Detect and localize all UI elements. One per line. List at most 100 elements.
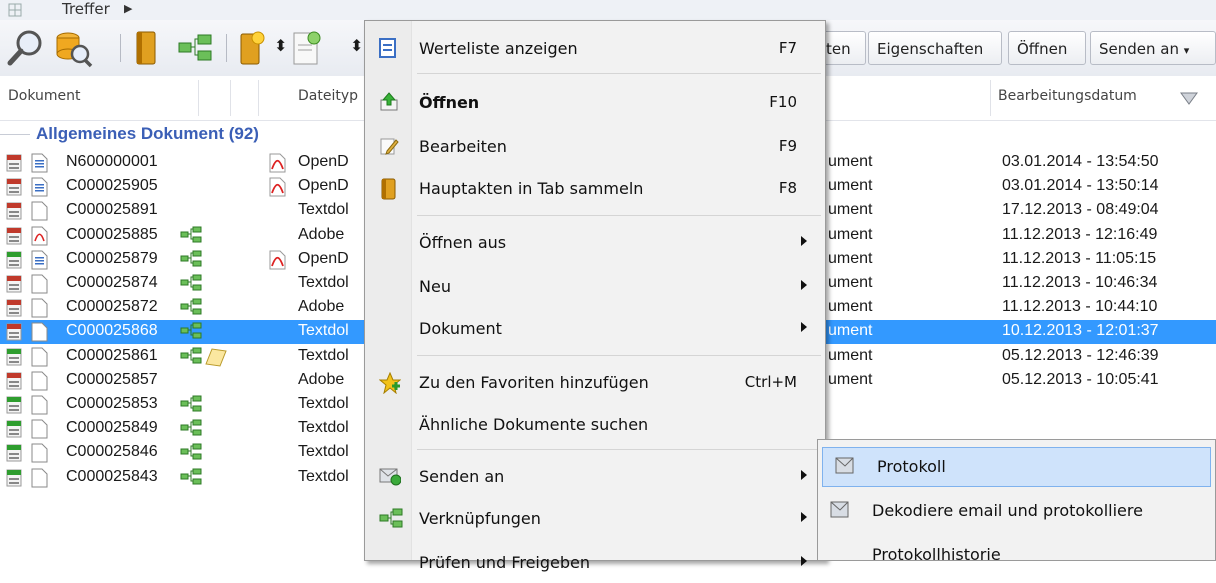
pdf-icon (269, 153, 286, 173)
open-icon (380, 92, 398, 111)
group-header[interactable]: Allgemeines Dokument (92) (36, 124, 259, 144)
status-flag-icon (6, 251, 22, 269)
column-divider (198, 80, 199, 116)
submenu-item-dekodiere[interactable]: Dekodiere email und protokolliere (818, 492, 1215, 532)
document-type: OpenD (298, 153, 349, 170)
submenu-arrow-icon (801, 470, 807, 480)
document-type: Textdol (298, 201, 349, 219)
submenu-arrow-icon (801, 322, 807, 332)
menu-item-pruefen[interactable]: Prüfen und Freigeben (365, 543, 825, 583)
document-id: C000025843 (66, 467, 158, 485)
favorite-star-icon (379, 372, 401, 394)
treffer-menu[interactable]: Treffer (62, 0, 110, 18)
decode-mail-icon (830, 501, 849, 518)
edit-date: 11.12.2013 - 10:44:10 (1002, 298, 1158, 316)
menu-item-hauptakten[interactable]: Hauptakten in Tab sammeln F8 (365, 169, 825, 209)
menu-item-aehnliche[interactable]: Ähnliche Dokumente suchen (365, 405, 825, 445)
menu-item-label: Bearbeiten (419, 137, 507, 156)
menu-item-label: Senden an (419, 467, 505, 486)
edit-date: 05.12.2013 - 12:46:39 (1002, 346, 1159, 364)
status-flag-icon (6, 299, 22, 317)
edit-date: 03.01.2014 - 13:50:14 (1002, 177, 1159, 195)
link-icon (180, 274, 202, 291)
edit-date: 11.12.2013 - 10:46:34 (1002, 274, 1158, 291)
text-document-icon (31, 153, 48, 173)
link-icon[interactable] (178, 34, 212, 62)
submenu-arrow-icon (801, 236, 807, 246)
log-mail-icon (835, 457, 854, 474)
menu-item-werteliste[interactable]: Werteliste anzeigen F7 (365, 29, 825, 69)
edit-date: 10.12.2013 - 12:01:37 (1002, 322, 1159, 340)
menu-item-verknuepfungen[interactable]: Verknüpfungen (365, 499, 825, 539)
toolbar-button-partial[interactable]: ten (820, 31, 866, 65)
status-flag-icon (6, 227, 22, 245)
column-header-dokument[interactable]: Dokument (8, 88, 81, 104)
send-icon (379, 468, 401, 486)
document-kind: ument (828, 249, 873, 267)
document-type: OpenD (298, 249, 349, 267)
open-button[interactable]: Öffnen (1008, 31, 1086, 65)
menu-item-senden-an[interactable]: Senden an (365, 457, 825, 497)
column-divider (990, 80, 991, 116)
blank-document-icon (31, 322, 48, 342)
link-icon (379, 508, 403, 528)
document-id: C000025905 (66, 177, 158, 195)
pdf-document-icon (31, 226, 48, 246)
group-line (0, 134, 30, 135)
document-id: C000025885 (66, 225, 158, 243)
menu-item-neu[interactable]: Neu (365, 267, 825, 307)
column-header-dateityp[interactable]: Dateityp (298, 88, 358, 104)
menu-item-label: Zu den Favoriten hinzufügen (419, 373, 649, 392)
menu-item-label: Ähnliche Dokumente suchen (419, 415, 649, 434)
submenu-item-protokollhistorie[interactable]: Protokollhistorie (818, 536, 1215, 576)
link-icon (180, 443, 202, 460)
send-to-button[interactable]: Senden an ▾ (1090, 31, 1216, 65)
menu-item-bearbeiten[interactable]: Bearbeiten F9 (365, 127, 825, 167)
link-icon (180, 419, 202, 436)
status-flag-icon (6, 372, 22, 390)
dropdown-arrow-icon[interactable]: ⬍ (274, 36, 287, 55)
search-icon[interactable] (6, 28, 46, 68)
edit-date: 03.01.2014 - 13:54:50 (1002, 153, 1159, 170)
pdf-icon (269, 250, 286, 270)
db-search-icon[interactable] (54, 30, 94, 68)
menu-item-shortcut: Ctrl+M (744, 373, 797, 391)
text-document-icon (31, 250, 48, 270)
link-icon (180, 250, 202, 267)
dropdown-arrow-icon[interactable]: ⬍ (350, 36, 363, 55)
menu-item-dokument[interactable]: Dokument (365, 309, 825, 349)
document-id: C000025857 (66, 370, 158, 388)
pdf-icon (269, 177, 286, 197)
status-flag-icon (6, 469, 22, 487)
new-binder-icon[interactable] (236, 30, 268, 66)
binder-icon (381, 178, 396, 200)
status-flag-icon (6, 275, 22, 293)
blank-document-icon (31, 419, 48, 439)
document-kind: ument (828, 322, 873, 340)
menu-item-shortcut: F7 (778, 39, 797, 57)
edit-date: 11.12.2013 - 11:05:15 (1002, 249, 1157, 267)
document-type: Textdol (298, 346, 349, 364)
status-flag-icon (6, 396, 22, 414)
menu-item-shortcut: F9 (778, 137, 797, 155)
submenu-arrow-icon (801, 556, 807, 566)
menu-item-favoriten[interactable]: Zu den Favoriten hinzufügen Ctrl+M (365, 363, 825, 403)
document-id: C000025891 (66, 201, 158, 219)
chevron-down-icon: ▾ (1183, 44, 1190, 57)
submenu-item-protokoll[interactable]: Protokoll (822, 447, 1211, 487)
edit-icon (380, 138, 399, 155)
binder-icon[interactable] (134, 30, 158, 66)
submenu-arrow-icon (801, 280, 807, 290)
new-document-icon[interactable] (290, 30, 324, 66)
properties-button[interactable]: Eigenschaften (868, 31, 1002, 65)
submenu-item-label: Dekodiere email und protokolliere (872, 501, 1143, 520)
send-to-submenu: Protokoll Dekodiere email und protokolli… (817, 439, 1216, 564)
column-header-bearbeitungsdatum[interactable]: Bearbeitungsdatum (998, 88, 1137, 104)
document-type: OpenD (298, 177, 349, 195)
document-id: C000025868 (66, 322, 158, 340)
menu-item-oeffnen-aus[interactable]: Öffnen aus (365, 223, 825, 263)
sort-descending-icon[interactable] (1180, 92, 1198, 106)
document-kind: ument (828, 225, 873, 243)
document-type: Adobe (298, 225, 345, 243)
menu-item-oeffnen[interactable]: Öffnen F10 (365, 83, 825, 123)
